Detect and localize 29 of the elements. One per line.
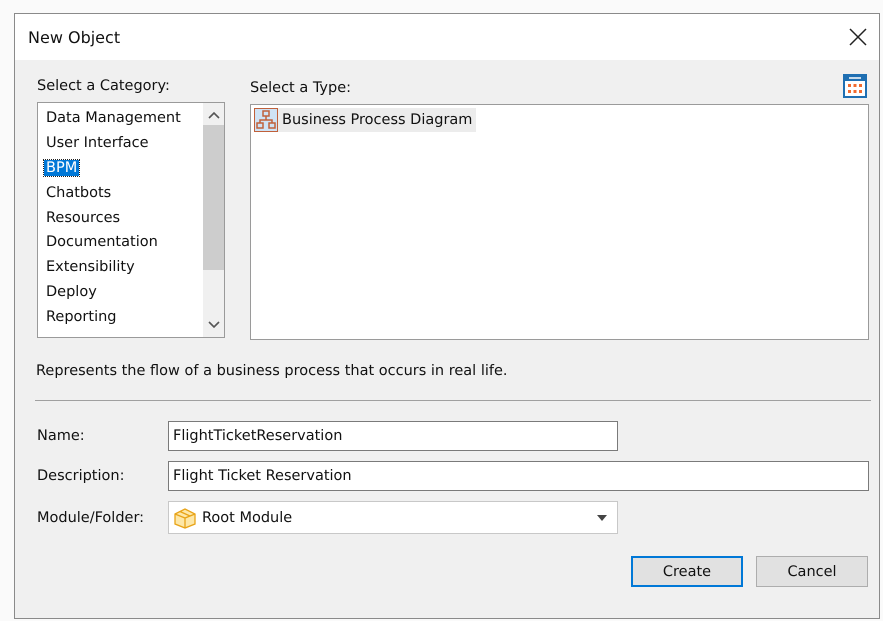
category-item[interactable]: Reporting bbox=[44, 304, 118, 330]
grid-view-icon[interactable] bbox=[843, 74, 867, 98]
field-label: Module/Folder: bbox=[37, 510, 146, 526]
category-item[interactable]: Extensibility bbox=[44, 254, 137, 280]
text-field[interactable]: Flight Ticket Reservation bbox=[168, 461, 869, 491]
dialog-button[interactable]: Cancel bbox=[756, 556, 868, 587]
window-title: New Object bbox=[28, 28, 120, 46]
type-description: Represents the flow of a business process that occurs in real life. bbox=[36, 362, 509, 380]
package-icon bbox=[172, 506, 198, 530]
type-label: Select a Type: bbox=[250, 79, 352, 98]
category-item[interactable]: Resources bbox=[44, 205, 122, 230]
scroll-up-icon[interactable] bbox=[208, 111, 220, 119]
category-item[interactable]: Deploy bbox=[44, 280, 99, 304]
category-label: Select a Category: bbox=[37, 77, 171, 96]
field-label: Name: bbox=[37, 428, 86, 444]
org-chart-icon bbox=[254, 108, 278, 132]
category-item[interactable]: Documentation bbox=[44, 230, 160, 255]
category-item[interactable]: User Interface bbox=[44, 130, 151, 156]
scroll-down-icon[interactable] bbox=[208, 321, 220, 329]
category-item[interactable]: Chatbots bbox=[44, 180, 114, 206]
caret-icon bbox=[597, 514, 607, 520]
close-icon bbox=[849, 28, 867, 46]
type-item[interactable]: Business Process Diagram bbox=[254, 108, 476, 132]
field-label: Description: bbox=[37, 468, 126, 484]
scrollbar[interactable] bbox=[203, 103, 224, 337]
text-field[interactable]: FlightTicketReservation bbox=[168, 421, 618, 451]
dialog-button[interactable]: Create bbox=[631, 556, 743, 587]
category-item[interactable]: Data Management bbox=[44, 106, 183, 131]
module-dropdown[interactable]: Root Module bbox=[168, 501, 618, 534]
